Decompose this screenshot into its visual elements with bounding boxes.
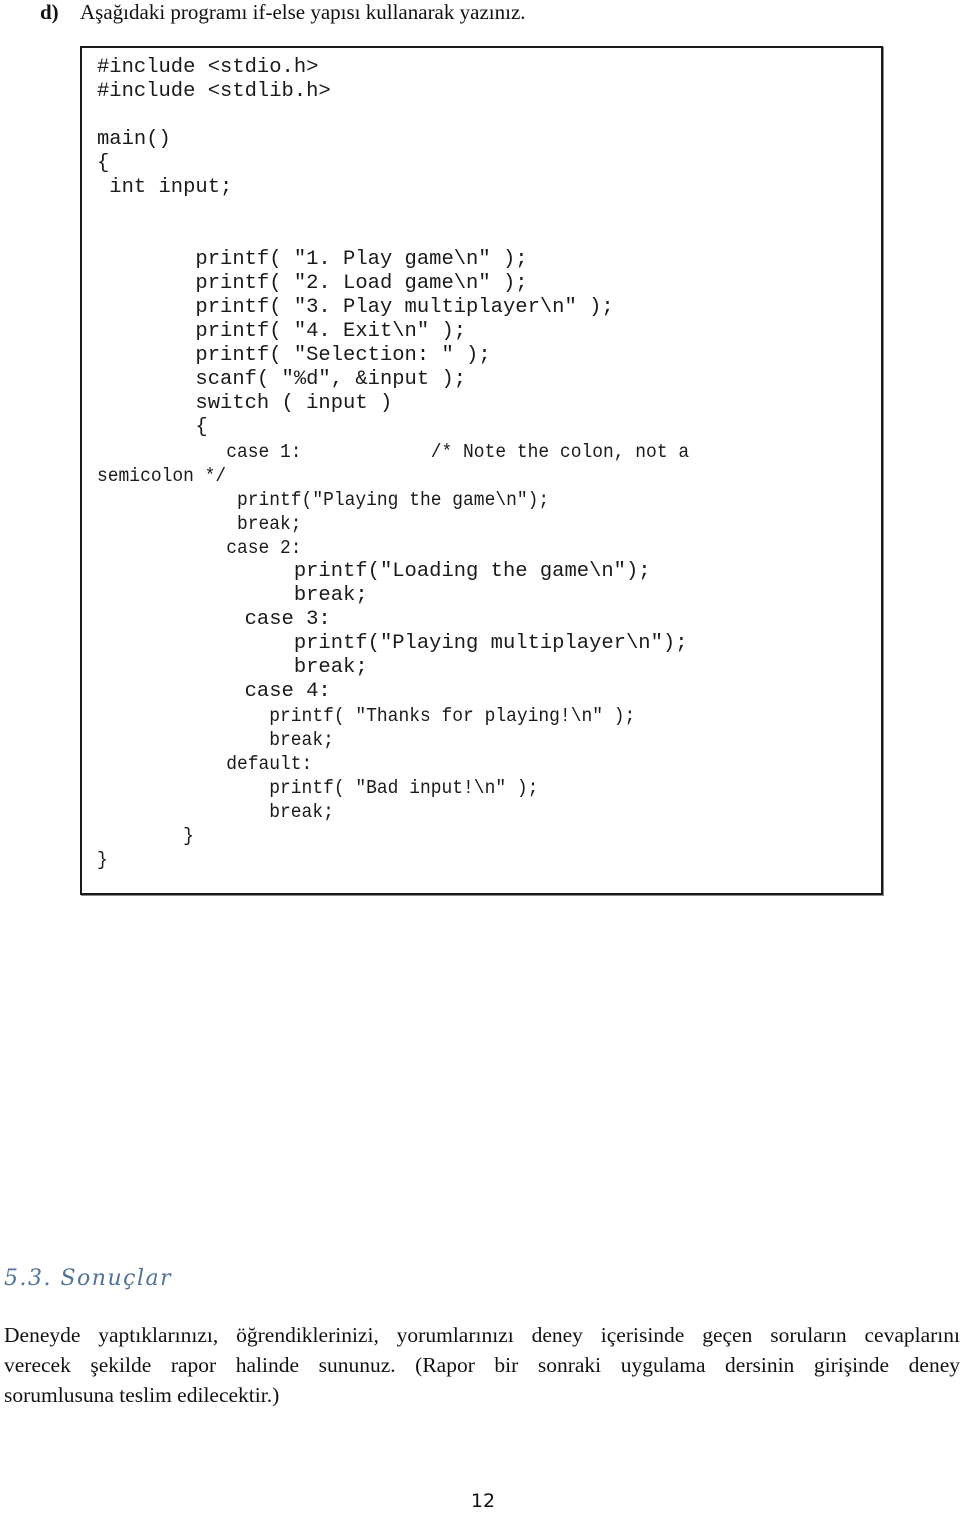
code-line: printf( "2. Load game\n" ); [97,272,528,295]
code-line: printf("Playing multiplayer\n"); [97,632,688,655]
code-line: printf( "3. Play multiplayer\n" ); [97,296,614,319]
question-line: d) Aşağıdaki programı if-else yapısı kull… [40,0,526,24]
code-line: printf( "Bad input!\n" ); [97,777,539,799]
code-line: scanf( "%d", &input ); [97,368,467,391]
code-line: } [97,849,108,871]
section-heading: 5.3. Sonuçlar [4,1266,173,1291]
code-line: case 1: /* Note the colon, not a [97,441,690,463]
code-line: case 3: [97,608,331,631]
code-line: break; [97,729,334,751]
code-line: printf( "Selection: " ); [97,344,491,367]
paragraph-line: Deneyde yaptıklarınızı, öğrendiklerinizi… [4,1323,960,1347]
code-line: { [97,152,110,175]
paragraph-line: verecek şekilde rapor halinde sununuz. (… [4,1353,960,1377]
code-line: switch ( input ) [97,392,393,415]
code-line: default: [97,753,313,775]
code-line: printf( "1. Play game\n" ); [97,248,528,271]
code-line: break; [97,584,368,607]
code-line: break; [97,801,334,823]
question-text: Aşağıdaki programı if-else yapısı kullan… [80,0,526,24]
page-number: 12 [470,1490,496,1512]
code-line: main() [97,128,171,151]
code-line: case 4: [97,680,331,703]
code-line: break; [97,513,302,535]
code-listing-box: #include <stdio.h> #include <stdlib.h> m… [80,46,883,895]
code-line: break; [97,656,368,679]
code-line: semicolon */ [97,465,227,487]
code-line: } [97,825,194,847]
code-line: #include <stdio.h> [97,56,319,79]
code-line: case 2: [97,537,302,559]
code-line: #include <stdlib.h> [97,80,331,103]
code-line: printf( "4. Exit\n" ); [97,320,467,343]
code-line: printf("Loading the game\n"); [97,560,651,583]
code-line: printf( "Thanks for playing!\n" ); [97,705,636,727]
results-paragraph: Deneyde yaptıklarınızı, öğrendiklerinizi… [4,1320,960,1410]
code-line: { [97,416,208,439]
paragraph-line: sorumlusuna teslim edilecektir.) [4,1383,280,1407]
code-line: printf("Playing the game\n"); [97,489,550,511]
code-line: int input; [97,176,233,199]
question-label: d) [40,0,59,24]
